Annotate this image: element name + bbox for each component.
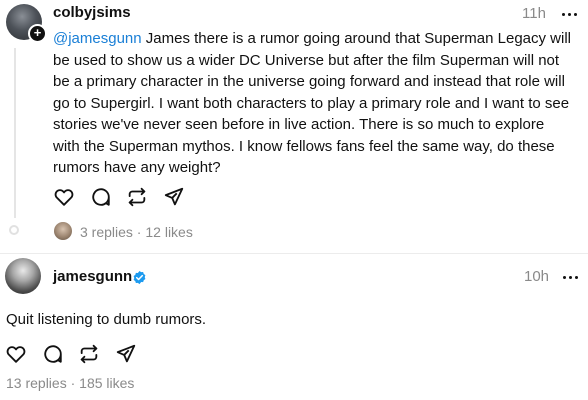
stats-separator: · [132,224,146,240]
comment-icon[interactable] [90,186,112,208]
divider [0,253,588,254]
more-icon[interactable] [562,13,580,17]
reply-username[interactable]: jamesgunn [53,268,132,285]
heart-icon[interactable] [5,343,27,365]
reply-text: Quit listening to dumb rumors. [6,311,207,328]
verified-badge-icon [132,270,147,285]
reply-count[interactable]: 13 replies [6,375,67,391]
reply-timestamp: 10h [524,268,550,285]
mention-link[interactable]: @jamesgunn [53,30,142,47]
like-count[interactable]: 12 likes [145,224,192,240]
more-icon[interactable] [563,276,581,280]
post-body-text: James there is a rumor going around that… [53,30,571,176]
thread-end-dot [9,225,19,235]
post-text: @jamesgunn James there is a rumor going … [53,28,573,179]
follow-plus-icon[interactable]: + [28,24,47,43]
post-username[interactable]: colbyjsims [53,4,131,21]
thread-view: + colbyjsims 11h @jamesgunn James there … [0,0,588,400]
reply-count[interactable]: 3 replies [80,224,133,240]
stats-separator: · [66,375,80,391]
heart-icon[interactable] [53,186,75,208]
thread-line [14,48,16,218]
post-stats: 3 replies · 12 likes [80,224,193,240]
reply-avatar [54,222,72,240]
repost-icon[interactable] [78,343,100,365]
repost-icon[interactable] [126,186,148,208]
send-icon[interactable] [163,186,185,208]
like-count[interactable]: 185 likes [79,375,134,391]
post-timestamp: 11h [522,5,546,22]
avatar[interactable]: + [6,4,47,43]
send-icon[interactable] [115,343,137,365]
comment-icon[interactable] [42,343,64,365]
avatar[interactable] [5,258,41,294]
reply-stats: 13 replies · 185 likes [6,375,134,391]
